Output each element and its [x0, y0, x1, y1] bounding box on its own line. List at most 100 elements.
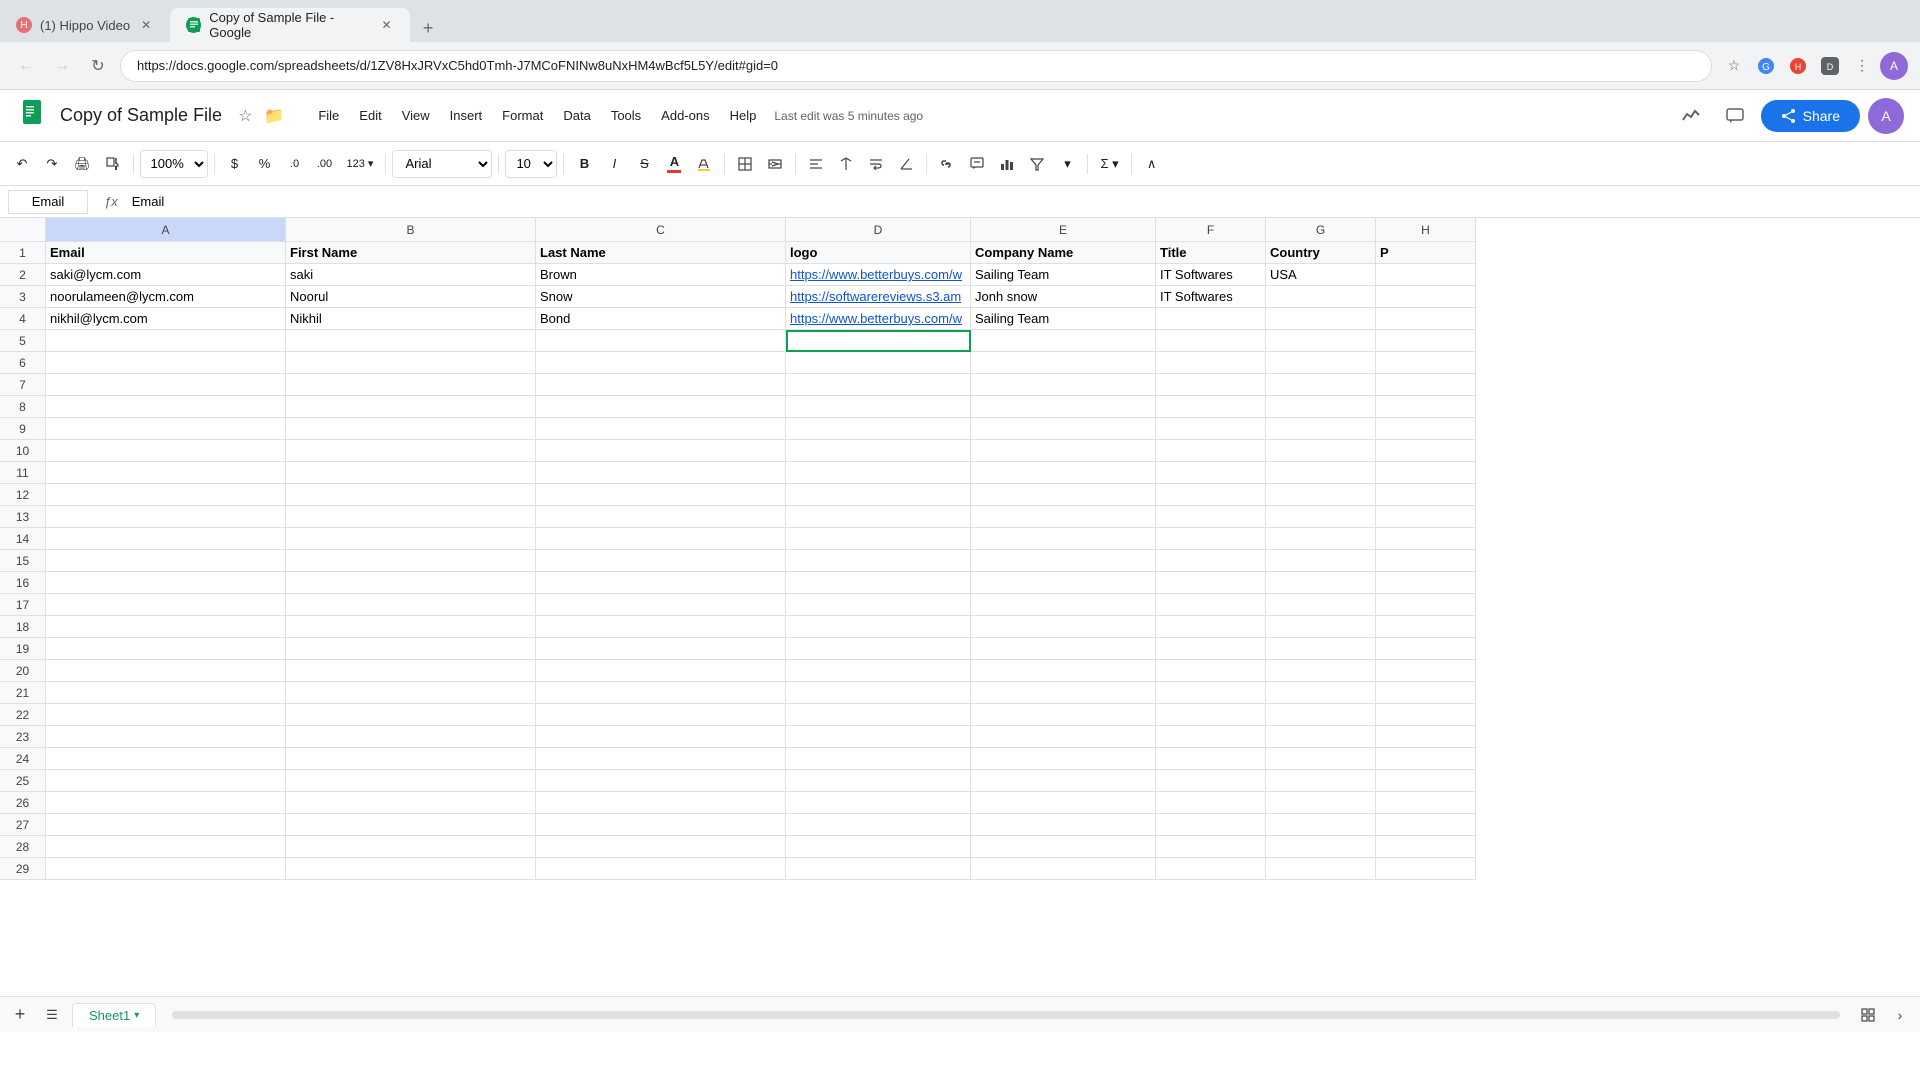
cell-15-G[interactable]	[1266, 550, 1376, 572]
cell-16-G[interactable]	[1266, 572, 1376, 594]
cell-6-E[interactable]	[971, 352, 1156, 374]
cell-14-F[interactable]	[1156, 528, 1266, 550]
cell-16-D[interactable]	[786, 572, 971, 594]
cell-24-G[interactable]	[1266, 748, 1376, 770]
collapse-sheet-button[interactable]: ›	[1888, 1003, 1912, 1027]
cell-22-C[interactable]	[536, 704, 786, 726]
cell-3-C[interactable]: Snow	[536, 286, 786, 308]
cell-17-G[interactable]	[1266, 594, 1376, 616]
cell-10-F[interactable]	[1156, 440, 1266, 462]
cell-22-A[interactable]	[46, 704, 286, 726]
bookmark-star-icon[interactable]: ☆	[1720, 52, 1748, 80]
fill-color-button[interactable]	[690, 150, 718, 178]
cell-19-F[interactable]	[1156, 638, 1266, 660]
cell-25-D[interactable]	[786, 770, 971, 792]
cell-21-C[interactable]	[536, 682, 786, 704]
cell-18-H[interactable]	[1376, 616, 1476, 638]
cell-2-D[interactable]: https://www.betterbuys.com/w	[786, 264, 971, 286]
extension-icon-1[interactable]: G	[1752, 52, 1780, 80]
user-avatar[interactable]: A	[1868, 98, 1904, 134]
formula-input[interactable]	[126, 192, 1912, 211]
row-number[interactable]: 16	[0, 572, 46, 594]
cell-17-B[interactable]	[286, 594, 536, 616]
cell-12-D[interactable]	[786, 484, 971, 506]
cell-6-A[interactable]	[46, 352, 286, 374]
cell-2-B[interactable]: saki	[286, 264, 536, 286]
cell-25-E[interactable]	[971, 770, 1156, 792]
cell-8-C[interactable]	[536, 396, 786, 418]
borders-button[interactable]	[731, 150, 759, 178]
toolbar-collapse[interactable]: ∧	[1138, 150, 1166, 178]
cell-10-G[interactable]	[1266, 440, 1376, 462]
cell-22-F[interactable]	[1156, 704, 1266, 726]
menu-view[interactable]: View	[392, 102, 440, 129]
cell-28-H[interactable]	[1376, 836, 1476, 858]
cell-11-A[interactable]	[46, 462, 286, 484]
cell-29-B[interactable]	[286, 858, 536, 880]
cell-3-B[interactable]: Noorul	[286, 286, 536, 308]
cell-28-G[interactable]	[1266, 836, 1376, 858]
col-header-H[interactable]: H	[1376, 218, 1476, 242]
cell-5-H[interactable]	[1376, 330, 1476, 352]
cell-19-D[interactable]	[786, 638, 971, 660]
cell-4-A[interactable]: nikhil@lycm.com	[46, 308, 286, 330]
cell-9-C[interactable]	[536, 418, 786, 440]
row-number[interactable]: 13	[0, 506, 46, 528]
cell-1-H[interactable]: P	[1376, 242, 1476, 264]
cell-12-C[interactable]	[536, 484, 786, 506]
cell-23-G[interactable]	[1266, 726, 1376, 748]
reload-button[interactable]: ↻	[84, 52, 112, 80]
italic-button[interactable]: I	[600, 150, 628, 178]
forward-button[interactable]: →	[48, 52, 76, 80]
row-number[interactable]: 11	[0, 462, 46, 484]
cell-10-D[interactable]	[786, 440, 971, 462]
paint-format-button[interactable]	[99, 150, 127, 178]
redo-button[interactable]: ↷	[38, 150, 66, 178]
cell-14-B[interactable]	[286, 528, 536, 550]
row-number[interactable]: 20	[0, 660, 46, 682]
cell-27-H[interactable]	[1376, 814, 1476, 836]
cell-3-E[interactable]: Jonh snow	[971, 286, 1156, 308]
cell-14-D[interactable]	[786, 528, 971, 550]
cell-22-G[interactable]	[1266, 704, 1376, 726]
cell-25-G[interactable]	[1266, 770, 1376, 792]
cell-20-C[interactable]	[536, 660, 786, 682]
back-button[interactable]: ←	[12, 52, 40, 80]
menu-tools[interactable]: Tools	[601, 102, 651, 129]
cell-14-E[interactable]	[971, 528, 1156, 550]
cell-5-E[interactable]	[971, 330, 1156, 352]
cell-4-B[interactable]: Nikhil	[286, 308, 536, 330]
cell-10-E[interactable]	[971, 440, 1156, 462]
bold-button[interactable]: B	[570, 150, 598, 178]
cell-2-G[interactable]: USA	[1266, 264, 1376, 286]
cell-21-E[interactable]	[971, 682, 1156, 704]
cell-4-G[interactable]	[1266, 308, 1376, 330]
cell-1-F[interactable]: Title	[1156, 242, 1266, 264]
star-icon[interactable]: ☆	[234, 102, 256, 130]
cell-14-A[interactable]	[46, 528, 286, 550]
cell-9-B[interactable]	[286, 418, 536, 440]
cell-25-F[interactable]	[1156, 770, 1266, 792]
row-number[interactable]: 24	[0, 748, 46, 770]
cell-28-B[interactable]	[286, 836, 536, 858]
more-options-icon[interactable]: ⋮	[1848, 52, 1876, 80]
cell-8-G[interactable]	[1266, 396, 1376, 418]
sheets-tab-close[interactable]: ✕	[379, 17, 394, 33]
cell-16-A[interactable]	[46, 572, 286, 594]
cell-22-E[interactable]	[971, 704, 1156, 726]
tab-hippo[interactable]: H (1) Hippo Video ✕	[0, 8, 170, 42]
cell-9-A[interactable]	[46, 418, 286, 440]
cell-24-A[interactable]	[46, 748, 286, 770]
cell-20-F[interactable]	[1156, 660, 1266, 682]
cell-20-E[interactable]	[971, 660, 1156, 682]
insert-chart-button[interactable]	[993, 150, 1021, 178]
cell-7-A[interactable]	[46, 374, 286, 396]
cell-15-A[interactable]	[46, 550, 286, 572]
cell-25-H[interactable]	[1376, 770, 1476, 792]
cell-27-F[interactable]	[1156, 814, 1266, 836]
cell-4-E[interactable]: Sailing Team	[971, 308, 1156, 330]
cell-4-F[interactable]	[1156, 308, 1266, 330]
cell-19-A[interactable]	[46, 638, 286, 660]
col-header-D[interactable]: D	[786, 218, 971, 242]
cell-26-F[interactable]	[1156, 792, 1266, 814]
